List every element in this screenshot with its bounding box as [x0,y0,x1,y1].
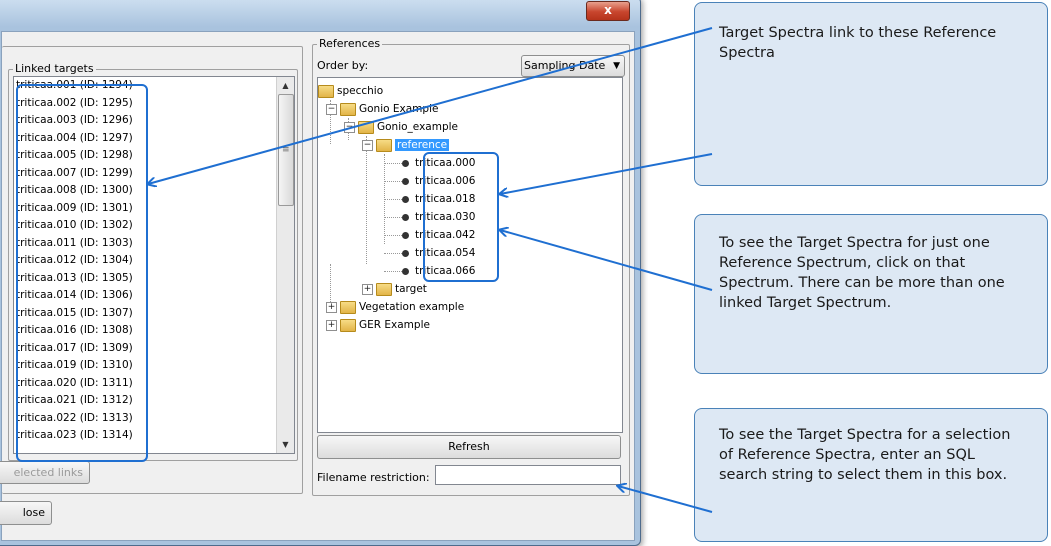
annotation-arrows [0,27,713,513]
arrow-to-filename-box [618,486,713,513]
arrow-to-linked-targets [148,27,713,184]
arrow-to-spectra-top [500,153,713,194]
arrow-to-spectra-bottom [500,230,713,291]
